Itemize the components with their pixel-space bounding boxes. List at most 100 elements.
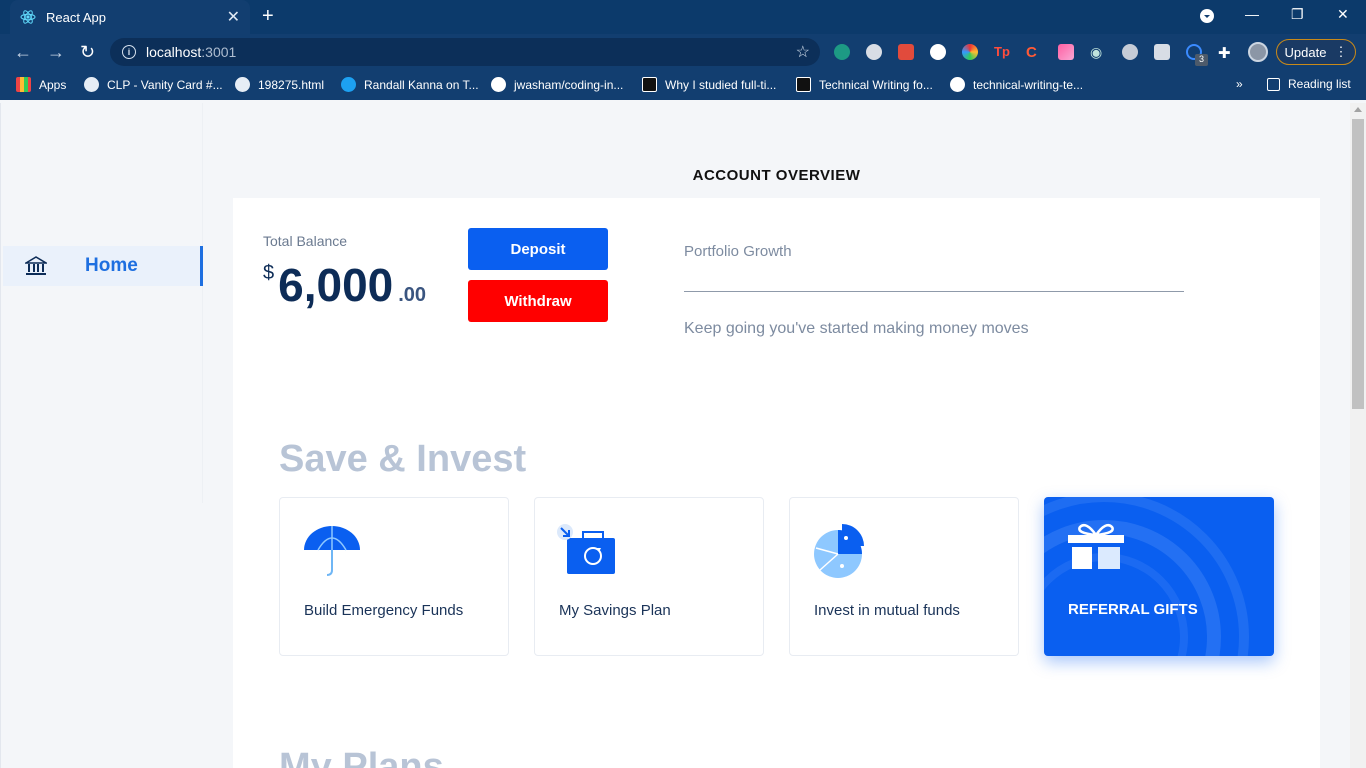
bookmark-label: Apps xyxy=(39,77,67,92)
update-label: Update xyxy=(1284,44,1327,60)
scroll-up-icon[interactable] xyxy=(1354,107,1362,112)
new-tab-icon[interactable]: + xyxy=(262,6,274,26)
bookmark-label: technical-writing-te... xyxy=(973,77,1084,92)
more-bookmarks-button[interactable]: » xyxy=(1236,77,1243,91)
portfolio-message: Keep going you've started making money m… xyxy=(684,320,1029,337)
extension-icon[interactable] xyxy=(1122,44,1138,60)
globe-icon xyxy=(235,77,250,92)
github-icon xyxy=(950,77,965,92)
overview-card: Total Balance $ 6,000 .00 Deposit Withdr… xyxy=(233,198,1320,768)
currency-symbol: $ xyxy=(263,262,275,284)
reading-list-icon xyxy=(1267,77,1280,91)
react-icon xyxy=(20,10,36,24)
more-vertical-icon: ⋮ xyxy=(1334,44,1348,59)
dev-icon xyxy=(796,77,811,92)
bank-icon xyxy=(25,256,47,275)
bookmark-item[interactable]: CLP - Vanity Card #... xyxy=(84,77,223,92)
update-button[interactable]: Update ⋮ xyxy=(1276,39,1356,65)
extension-icon[interactable]: C xyxy=(1026,44,1042,61)
portfolio-growth-label: Portfolio Growth xyxy=(684,243,792,260)
color-picker-extension-icon[interactable] xyxy=(962,44,978,60)
bookmark-item[interactable]: technical-writing-te... xyxy=(950,77,1083,92)
page-viewport: Home ACCOUNT OVERVIEW Total Balance $ 6,… xyxy=(0,103,1350,768)
extension-icon[interactable] xyxy=(898,44,914,60)
minimize-icon[interactable]: — xyxy=(1245,6,1259,22)
deposit-button[interactable]: Deposit xyxy=(468,228,608,270)
balance-amount: 6,000 xyxy=(278,259,394,311)
page-scrollbar[interactable] xyxy=(1350,103,1366,768)
portfolio-divider xyxy=(684,291,1184,292)
bookmark-label: CLP - Vanity Card #... xyxy=(107,77,223,92)
bookmark-apps[interactable]: Apps xyxy=(16,77,66,92)
bookmarks-bar: Apps CLP - Vanity Card #... 198275.html … xyxy=(0,70,1366,100)
extension-icon[interactable] xyxy=(1154,44,1170,60)
bookmark-item[interactable]: 198275.html xyxy=(235,77,324,92)
bookmark-label: Randall Kanna on T... xyxy=(364,77,479,92)
sidebar-item-home[interactable]: Home xyxy=(3,246,203,286)
tile-label: Invest in mutual funds xyxy=(814,602,960,619)
dev-icon xyxy=(642,77,657,92)
browser-tab-strip: React App ✕ + — ❐ ✕ xyxy=(0,0,1366,34)
umbrella-icon xyxy=(304,526,360,576)
avatar[interactable] xyxy=(1248,42,1268,62)
extension-icon[interactable] xyxy=(1058,44,1074,60)
pie-chart-icon xyxy=(814,524,864,578)
globe-icon xyxy=(84,77,99,92)
save-invest-title: Save & Invest xyxy=(279,438,527,480)
withdraw-button[interactable]: Withdraw xyxy=(468,280,608,322)
reload-icon[interactable]: ↻ xyxy=(80,43,95,61)
bookmark-item[interactable]: Why I studied full-ti... xyxy=(642,77,776,92)
bookmark-item[interactable]: jwasham/coding-in... xyxy=(491,77,623,92)
puzzle-icon[interactable]: ✚ xyxy=(1218,44,1234,62)
bookmark-label: Technical Writing fo... xyxy=(819,77,933,92)
savings-bag-icon xyxy=(557,524,615,574)
reading-list-label: Reading list xyxy=(1288,77,1351,91)
tile-referral-gifts[interactable]: REFERRAL GIFTS xyxy=(1044,497,1274,656)
eye-extension-icon[interactable]: ◉ xyxy=(1090,44,1106,60)
close-tab-icon[interactable]: ✕ xyxy=(227,7,240,27)
my-plans-title: My Plans xyxy=(279,746,444,768)
twitter-icon xyxy=(341,77,356,92)
sidebar: Home xyxy=(1,103,203,503)
page-title: ACCOUNT OVERVIEW xyxy=(692,167,861,184)
tab-title: React App xyxy=(46,9,106,25)
extension-icon[interactable]: Tp xyxy=(994,44,1014,60)
close-window-icon[interactable]: ✕ xyxy=(1337,6,1349,23)
bookmark-label: jwasham/coding-in... xyxy=(514,77,624,92)
address-bar[interactable]: i localhost :3001 ☆ xyxy=(110,38,820,66)
bookmark-label: Why I studied full-ti... xyxy=(665,77,777,92)
tile-mutual-funds[interactable]: Invest in mutual funds xyxy=(789,497,1019,656)
extension-icon[interactable] xyxy=(834,44,850,60)
url-host: localhost xyxy=(146,44,202,60)
github-icon xyxy=(491,77,506,92)
extension-badge: 3 xyxy=(1195,54,1208,66)
url-port: :3001 xyxy=(201,44,237,60)
tab-search-icon[interactable] xyxy=(1200,9,1214,26)
restore-icon[interactable]: ❐ xyxy=(1291,6,1304,23)
back-icon[interactable]: ← xyxy=(14,43,32,61)
browser-tab[interactable]: React App ✕ xyxy=(10,0,250,34)
balance-cents: .00 xyxy=(398,284,427,306)
bookmark-item[interactable]: Randall Kanna on T... xyxy=(341,77,479,92)
bookmark-label: 198275.html xyxy=(258,77,325,92)
more-bookmarks-label: » xyxy=(1236,77,1243,91)
sidebar-item-label: Home xyxy=(85,255,138,276)
gift-icon xyxy=(1068,524,1124,569)
forward-icon[interactable]: → xyxy=(47,43,65,61)
tile-label: Build Emergency Funds xyxy=(304,602,464,619)
scroll-thumb[interactable] xyxy=(1352,119,1364,409)
gear-extension-icon[interactable] xyxy=(866,44,882,60)
tile-label: My Savings Plan xyxy=(559,602,671,619)
bookmark-item[interactable]: Technical Writing fo... xyxy=(796,77,933,92)
balance-label: Total Balance xyxy=(263,233,348,249)
balance-value: $ 6,000 .00 xyxy=(263,258,426,312)
site-info-icon[interactable]: i xyxy=(122,45,136,59)
browser-toolbar: ← → ↻ i localhost :3001 ☆ Tp C ◉ 3 ✚ Upd… xyxy=(0,34,1366,70)
bookmark-star-icon[interactable]: ☆ xyxy=(796,42,810,62)
tile-label: REFERRAL GIFTS xyxy=(1068,601,1198,618)
apps-grid-icon xyxy=(16,77,31,92)
tile-emergency-funds[interactable]: Build Emergency Funds xyxy=(279,497,509,656)
reading-list-button[interactable]: Reading list xyxy=(1267,77,1351,91)
extension-icon[interactable] xyxy=(930,44,946,60)
tile-savings-plan[interactable]: My Savings Plan xyxy=(534,497,764,656)
